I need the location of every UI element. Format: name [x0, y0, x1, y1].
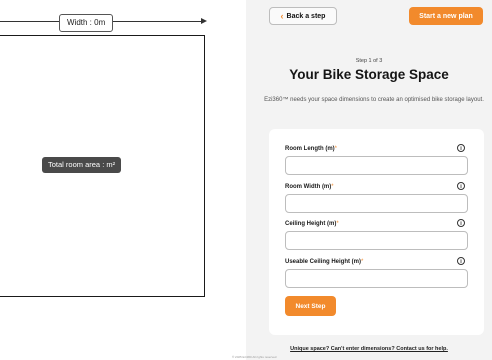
area-label: Total room area : m²	[42, 157, 122, 173]
info-icon[interactable]: i	[457, 219, 465, 227]
chevron-left-icon: ‹	[280, 10, 284, 21]
back-button-label: Back a step	[286, 12, 326, 20]
room-canvas: Width : 0m Total room area : m²	[0, 0, 246, 360]
room-width-input[interactable]	[285, 194, 468, 213]
page-title: Your Bike Storage Space	[289, 67, 449, 82]
room-length-input[interactable]	[285, 156, 468, 175]
useable-ceiling-height-label: Useable Ceiling Height (m)*	[285, 259, 364, 265]
help-link[interactable]: Unique space? Can't enter dimensions? Co…	[246, 346, 492, 352]
room-length-label: Room Length (m)*	[285, 146, 338, 152]
back-button[interactable]: ‹ Back a step	[269, 7, 337, 25]
arrow-right-icon	[201, 18, 207, 24]
room-width-label: Room Width (m)*	[285, 184, 334, 190]
next-step-button[interactable]: Next Step	[285, 296, 336, 316]
useable-ceiling-height-input[interactable]	[285, 269, 468, 288]
form-panel: ‹ Back a step Start a new plan Step 1 of…	[246, 0, 492, 360]
step-indicator: Step 1 of 3	[355, 58, 383, 64]
page-description: Ezi360™ needs your space dimensions to c…	[264, 97, 484, 103]
info-icon[interactable]: i	[457, 257, 465, 265]
width-label: Width : 0m	[59, 14, 114, 32]
ceiling-height-input[interactable]	[285, 231, 468, 250]
dimensions-form: Room Length (m)* i Room Width (m)* i Cei…	[269, 129, 484, 335]
new-plan-button[interactable]: Start a new plan	[409, 7, 483, 25]
ceiling-height-label: Ceiling Height (m)*	[285, 221, 339, 227]
info-icon[interactable]: i	[457, 182, 465, 190]
copyright-footnote: ® 2025 Ezi360 All rights reserved	[232, 355, 277, 359]
info-icon[interactable]: i	[457, 144, 465, 152]
